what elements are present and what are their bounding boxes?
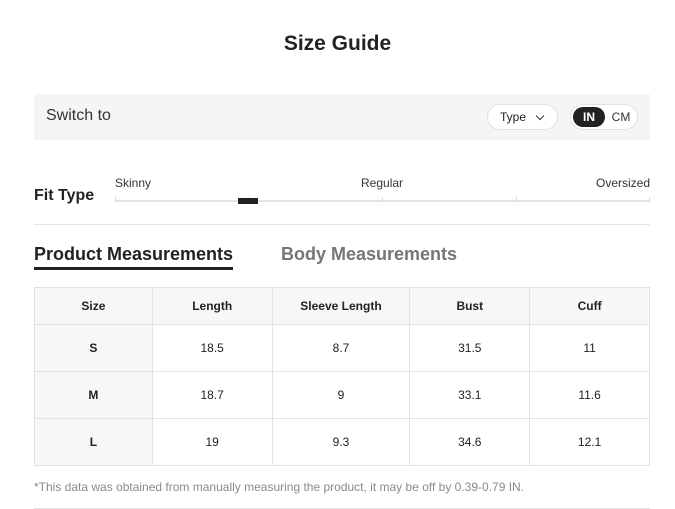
unit-in-button[interactable]: IN xyxy=(573,107,605,127)
table-row: S 18.5 8.7 31.5 11 xyxy=(34,324,650,372)
active-tab-underline xyxy=(34,267,233,270)
tab-product-measurements[interactable]: Product Measurements xyxy=(34,244,233,265)
fit-scale-notch xyxy=(649,197,650,202)
column-header-length: Length xyxy=(151,287,273,325)
fit-scale-notch xyxy=(115,197,116,202)
fit-scale-notch xyxy=(516,197,517,202)
table-row: L 19 9.3 34.6 12.1 xyxy=(34,418,650,466)
measurement-disclaimer: *This data was obtained from manually me… xyxy=(34,480,525,494)
column-header-bust: Bust xyxy=(409,287,531,325)
table-row: M 18.7 9 33.1 11.6 xyxy=(34,371,650,419)
type-select[interactable]: Type xyxy=(487,104,558,130)
length-cell: 18.5 xyxy=(151,324,273,372)
cuff-cell: 11 xyxy=(529,324,650,372)
size-cell: M xyxy=(34,371,153,419)
page-title: Size Guide xyxy=(283,32,392,55)
bust-cell: 34.6 xyxy=(409,418,531,466)
fit-scale-skinny: Skinny xyxy=(115,176,152,190)
cuff-cell: 11.6 xyxy=(529,371,650,419)
fit-type-label: Fit Type xyxy=(34,187,95,204)
tab-body-measurements[interactable]: Body Measurements xyxy=(281,244,457,265)
sleeve-length-cell: 9.3 xyxy=(271,418,411,466)
column-header-size: Size xyxy=(34,287,153,325)
column-header-sleeve-length: Sleeve Length xyxy=(271,287,411,325)
unit-switch-bar: Switch to Type IN CM xyxy=(34,94,650,140)
measurements-table: Size Length Sleeve Length Bust Cuff S 18… xyxy=(34,287,650,466)
fit-scale-notch xyxy=(382,197,383,202)
sleeve-length-cell: 8.7 xyxy=(271,324,411,372)
divider xyxy=(34,224,650,225)
size-guide-page: Size Guide Switch to Type IN CM Fit Type… xyxy=(0,0,675,509)
sleeve-length-cell: 9 xyxy=(271,371,411,419)
fit-scale-regular: Regular xyxy=(361,176,404,190)
bust-cell: 33.1 xyxy=(409,371,531,419)
column-header-cuff: Cuff xyxy=(529,287,650,325)
switch-label: Switch to xyxy=(46,107,111,124)
bust-cell: 31.5 xyxy=(409,324,531,372)
size-cell: S xyxy=(34,324,153,372)
size-cell: L xyxy=(34,418,153,466)
fit-scale-marker xyxy=(238,198,258,204)
length-cell: 18.7 xyxy=(151,371,273,419)
fit-scale-oversized: Oversized xyxy=(596,176,651,190)
cuff-cell: 12.1 xyxy=(529,418,650,466)
length-cell: 19 xyxy=(151,418,273,466)
chevron-down-icon xyxy=(535,111,545,121)
unit-toggle: IN CM xyxy=(570,104,638,130)
table-header-row: Size Length Sleeve Length Bust Cuff xyxy=(34,287,650,325)
type-select-label: Type xyxy=(500,110,527,124)
unit-cm-button[interactable]: CM xyxy=(608,107,634,127)
